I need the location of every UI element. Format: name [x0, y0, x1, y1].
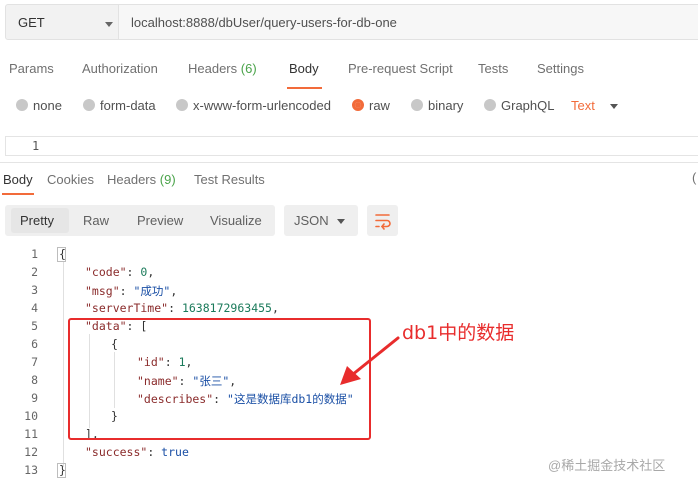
code-token: "code": [85, 265, 127, 279]
code-token: :: [147, 445, 162, 459]
code-line-2: "code": 0,: [85, 265, 154, 279]
view-visualize[interactable]: Visualize: [210, 213, 262, 228]
response-format-select[interactable]: JSON: [284, 205, 358, 236]
response-tab-test-results[interactable]: Test Results: [194, 172, 265, 187]
code-token: ,: [271, 301, 279, 315]
line-number: 7: [31, 355, 38, 369]
radio-label: binary: [428, 98, 464, 113]
method-select[interactable]: GET: [5, 4, 119, 40]
active-tab-indicator: [287, 87, 322, 89]
view-preview[interactable]: Preview: [137, 213, 183, 228]
tab-settings[interactable]: Settings: [537, 61, 584, 76]
tab-authorization[interactable]: Authorization: [82, 61, 158, 76]
line-number: 2: [31, 265, 38, 279]
code-token: :: [119, 284, 134, 298]
radio-label: none: [33, 98, 62, 113]
line-number: 13: [24, 463, 38, 477]
line-number: 10: [24, 409, 38, 423]
tab-pre-request-script[interactable]: Pre-request Script: [348, 61, 453, 76]
code-token: {: [59, 247, 66, 261]
view-mode-group: Pretty Raw Preview Visualize: [5, 205, 275, 236]
request-body-editor[interactable]: [5, 136, 698, 156]
tab-params[interactable]: Params: [9, 61, 54, 76]
response-tab-body[interactable]: Body: [3, 172, 33, 187]
radio-circle-icon: [484, 99, 496, 111]
code-token: 1638172963455: [181, 301, 272, 315]
response-status-edge: (: [692, 170, 697, 185]
code-token: :: [126, 265, 141, 279]
chevron-down-icon: [337, 219, 345, 224]
line-number: 1: [32, 139, 40, 153]
code-line-4: "serverTime": 1638172963455,: [85, 301, 279, 315]
response-tab-headers[interactable]: Headers (9): [107, 172, 176, 187]
view-raw[interactable]: Raw: [83, 213, 109, 228]
view-pretty[interactable]: Pretty: [20, 213, 54, 228]
code-line-13: }: [59, 463, 66, 477]
raw-format-select[interactable]: Text: [571, 98, 595, 113]
code-token: "msg": [85, 284, 120, 298]
radio-circle-icon: [176, 99, 188, 111]
annotation-arrow-icon: [340, 336, 400, 385]
code-line-3: "msg": "成功",: [85, 283, 177, 299]
url-input[interactable]: localhost:8888/dbUser/query-users-for-db…: [119, 4, 698, 40]
line-number: 6: [31, 337, 38, 351]
indent-guide: [63, 262, 64, 467]
code-token: :: [168, 301, 182, 315]
tab-body[interactable]: Body: [289, 61, 319, 76]
method-label: GET: [18, 15, 45, 30]
code-token: true: [161, 445, 189, 459]
line-number: 3: [31, 283, 38, 297]
chevron-down-icon: [105, 22, 113, 27]
url-text: localhost:8888/dbUser/query-users-for-db…: [131, 15, 397, 30]
radio-label: GraphQL: [501, 98, 555, 113]
code-token: "成功": [133, 284, 171, 298]
line-number: 1: [31, 247, 38, 261]
code-line-12: "success": true: [85, 445, 189, 459]
line-number: 9: [31, 391, 38, 405]
response-headers-count: (9): [159, 172, 176, 187]
code-token: ,: [147, 265, 155, 279]
wrap-lines-button[interactable]: [367, 205, 398, 236]
tab-headers[interactable]: Headers (6): [188, 61, 257, 76]
tab-tests[interactable]: Tests: [478, 61, 508, 76]
radio-circle-icon: [411, 99, 423, 111]
code-token: "serverTime": [85, 301, 169, 315]
headers-count: (6): [240, 61, 257, 76]
line-number: 4: [31, 301, 38, 315]
watermark: @稀土掘金技术社区: [548, 458, 666, 473]
chevron-down-icon[interactable]: [610, 104, 618, 109]
divider: [0, 162, 698, 163]
line-number: 8: [31, 373, 38, 387]
radio-selected-icon: [352, 99, 364, 111]
annotation-highlight-box: [68, 318, 371, 440]
code-token: }: [59, 463, 66, 477]
code-line-1: {: [59, 247, 66, 261]
tab-headers-label: Headers: [188, 61, 238, 76]
response-tab-headers-label: Headers: [107, 172, 157, 187]
line-number: 12: [24, 445, 38, 459]
code-token: ,: [170, 284, 178, 298]
line-number: 11: [24, 427, 38, 441]
active-response-tab-indicator: [2, 193, 34, 195]
radio-label: form-data: [100, 98, 156, 113]
response-format-label: JSON: [294, 213, 329, 228]
line-number: 5: [31, 319, 38, 333]
radio-label: x-www-form-urlencoded: [193, 98, 331, 113]
radio-circle-icon: [83, 99, 95, 111]
code-token: "success": [85, 445, 148, 459]
wrap-lines-icon: [375, 214, 391, 230]
radio-circle-icon: [16, 99, 28, 111]
response-tab-cookies[interactable]: Cookies: [47, 172, 94, 187]
radio-label: raw: [369, 98, 390, 113]
